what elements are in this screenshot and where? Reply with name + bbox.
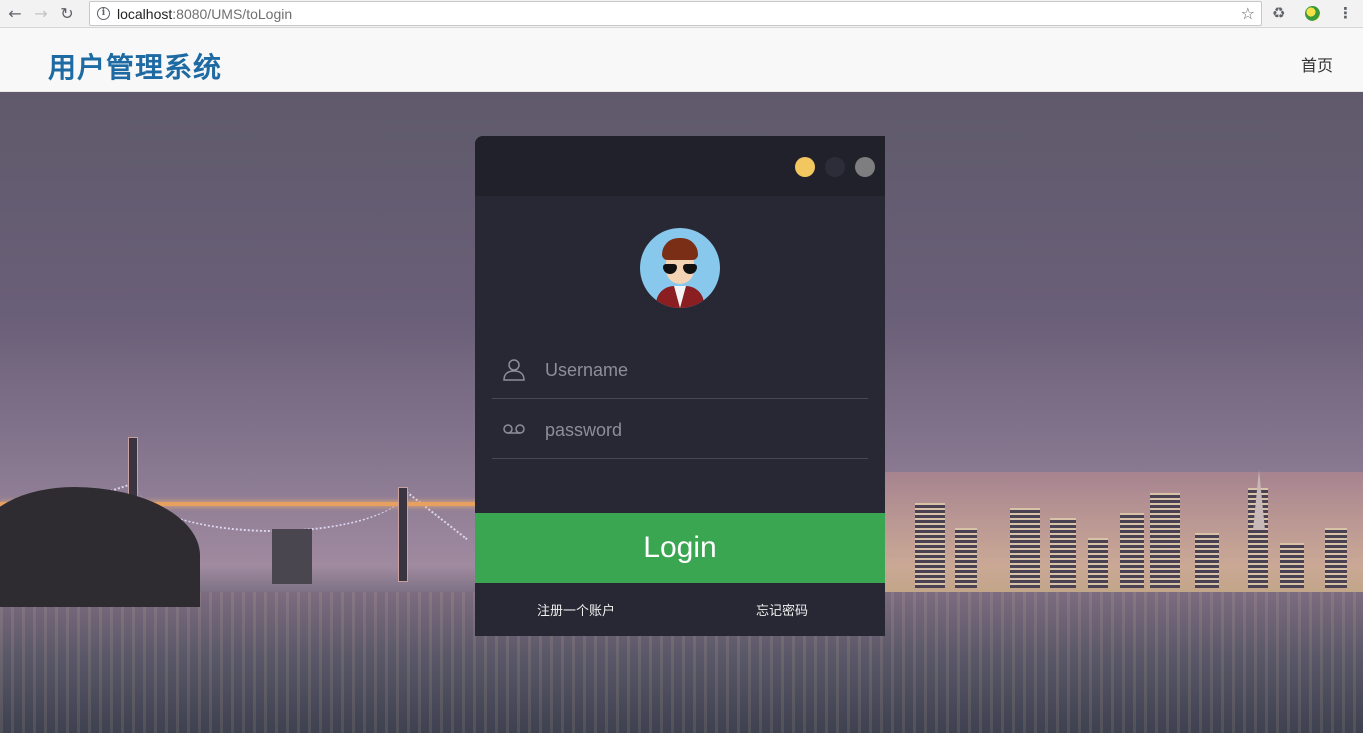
browser-toolbar: ← → ↻ i localhost:8080/UMS/toLogin ☆ ♻ ⋮ [0, 0, 1363, 28]
building [915, 503, 945, 588]
building [1195, 533, 1219, 588]
site-navbar: 用户管理系统 首页 [0, 28, 1363, 92]
username-field [492, 341, 868, 399]
building [1010, 508, 1040, 588]
extension-globe-icon[interactable] [1305, 6, 1320, 21]
reload-icon[interactable]: ↻ [56, 3, 78, 25]
forgot-password-link[interactable]: 忘记密码 [756, 600, 808, 619]
building [1120, 513, 1144, 588]
brand-title[interactable]: 用户管理系统 [48, 46, 222, 86]
url-path: :8080/UMS/toLogin [172, 5, 293, 22]
bookmark-star-icon[interactable]: ☆ [1241, 4, 1255, 23]
bridge-pier [272, 529, 312, 584]
building [1088, 538, 1108, 588]
password-field [492, 401, 868, 459]
login-footer: 注册一个账户 忘记密码 [475, 583, 885, 636]
building [955, 528, 977, 588]
building [1150, 493, 1180, 588]
username-input[interactable] [545, 355, 845, 385]
back-icon[interactable]: ← [4, 3, 26, 25]
window-dot-gray[interactable] [855, 157, 875, 177]
building [1325, 528, 1347, 588]
avatar-hair [662, 238, 698, 260]
bridge-cable [403, 489, 468, 541]
nav-home-link[interactable]: 首页 [1301, 52, 1333, 76]
user-icon [503, 359, 525, 381]
bridge-tower [398, 487, 408, 582]
login-panel-titlebar [475, 136, 885, 196]
info-icon[interactable]: i [97, 7, 110, 20]
window-dot-yellow[interactable] [795, 157, 815, 177]
address-bar[interactable]: i localhost:8080/UMS/toLogin ☆ [89, 1, 1262, 26]
login-panel: Login 注册一个账户 忘记密码 [475, 136, 885, 636]
user-avatar [640, 228, 720, 308]
building [1280, 543, 1304, 588]
window-dot-dark[interactable] [825, 157, 845, 177]
building [1050, 518, 1076, 588]
avatar-sunglasses [663, 264, 697, 274]
tower-spire [1253, 470, 1265, 530]
url-host: localhost [117, 5, 173, 22]
login-button[interactable]: Login [475, 513, 885, 583]
voicemail-icon [503, 424, 525, 434]
register-link[interactable]: 注册一个账户 [537, 600, 615, 619]
forward-icon[interactable]: → [30, 3, 52, 25]
extension-recycle-icon[interactable]: ♻ [1272, 4, 1285, 22]
url-text[interactable]: localhost:8080/UMS/toLogin [117, 6, 292, 22]
browser-menu-icon[interactable]: ⋮ [1338, 4, 1353, 22]
password-input[interactable] [545, 415, 845, 445]
